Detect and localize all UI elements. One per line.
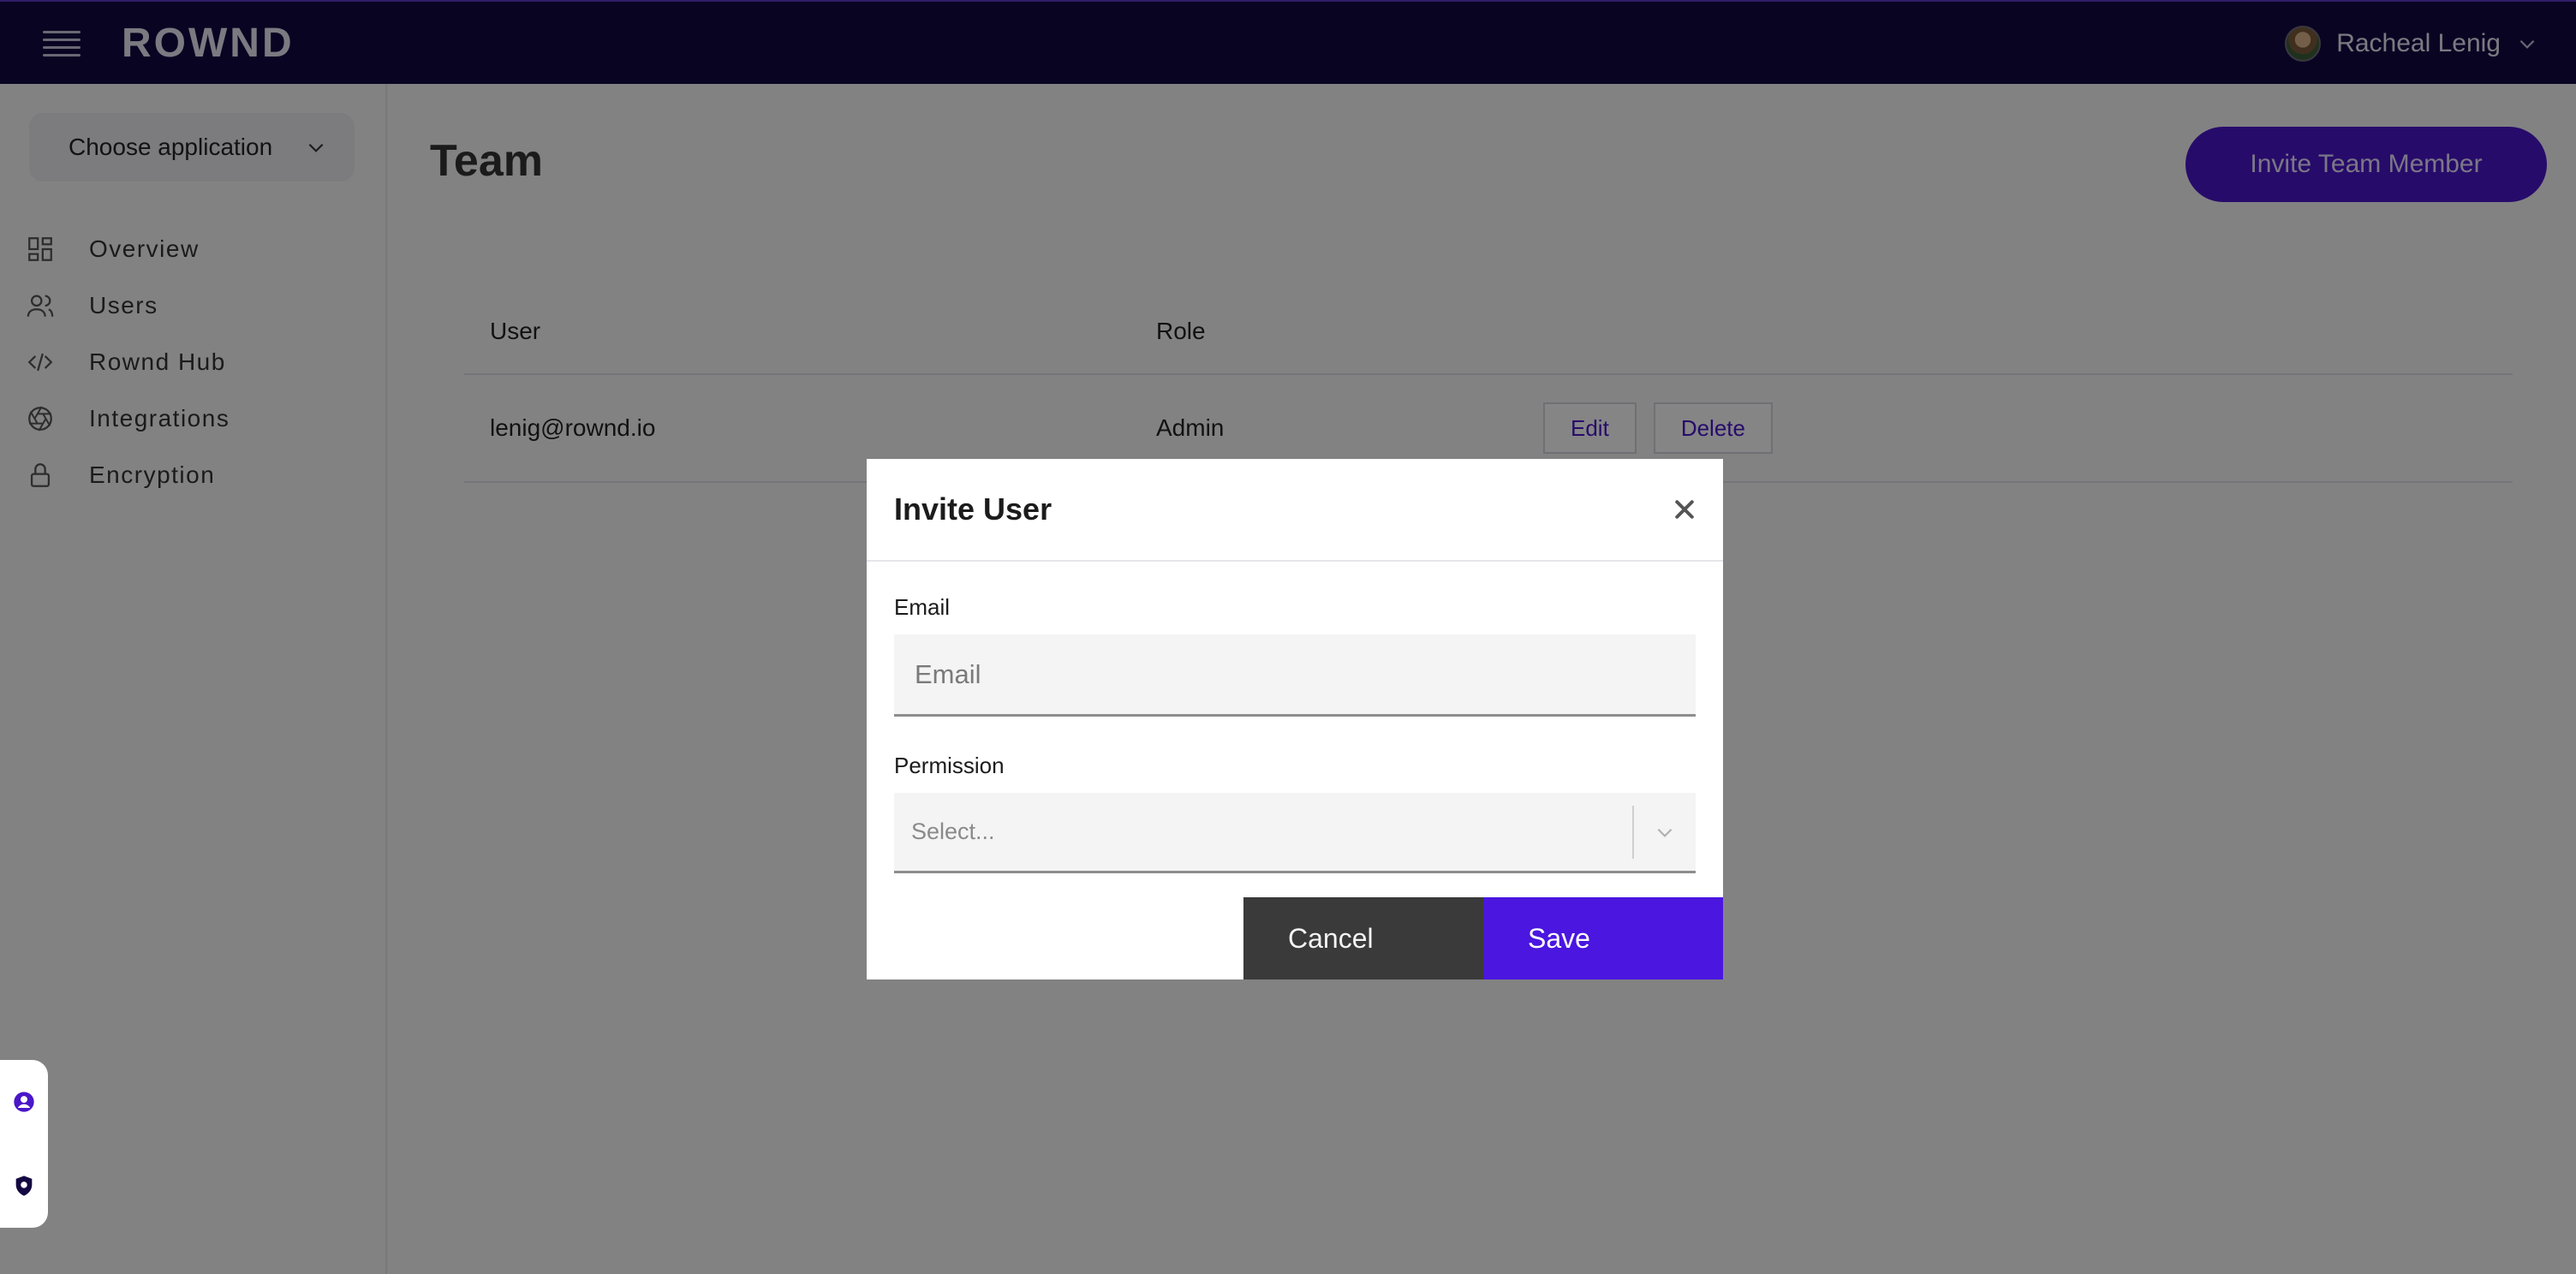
- rownd-floating-widget: [0, 1060, 48, 1228]
- email-field[interactable]: [894, 634, 1696, 717]
- select-arrow[interactable]: [1634, 821, 1696, 843]
- permission-label: Permission: [894, 753, 1005, 778]
- cancel-button[interactable]: Cancel: [1243, 897, 1483, 979]
- modal-body: Email Permission Select...: [867, 562, 1723, 873]
- modal-title: Invite User: [894, 491, 1052, 527]
- save-button[interactable]: Save: [1483, 897, 1723, 979]
- modal-footer: Cancel Save: [1243, 897, 1723, 979]
- modal-header: Invite User: [867, 459, 1723, 562]
- chevron-down-icon: [1657, 828, 1673, 837]
- account-icon[interactable]: [12, 1090, 36, 1114]
- permission-placeholder: Select...: [911, 819, 995, 844]
- shield-icon[interactable]: [12, 1174, 36, 1198]
- email-label: Email: [894, 594, 951, 620]
- close-icon[interactable]: [1672, 497, 1697, 522]
- permission-select[interactable]: Select...: [894, 793, 1696, 873]
- invite-user-modal: Invite User Email Permission Select... C…: [867, 459, 1723, 979]
